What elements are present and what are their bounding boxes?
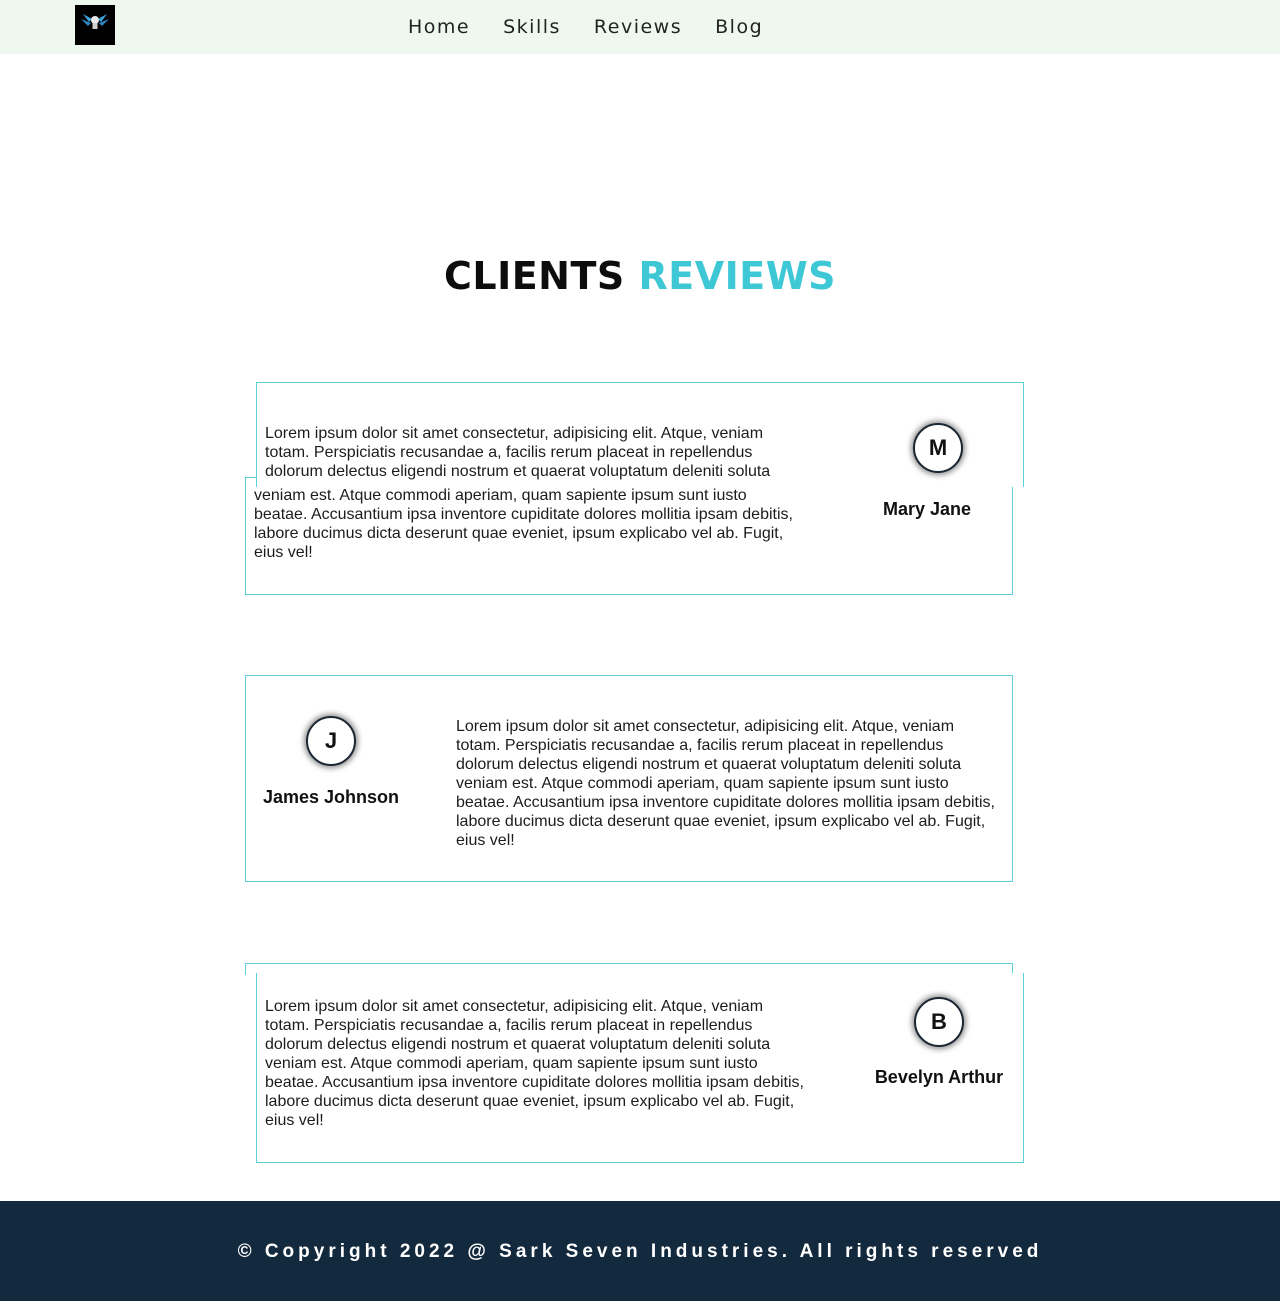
- main-nav: Home Skills Reviews Blog: [408, 16, 763, 38]
- review-card-front: Lorem ipsum dolor sit amet consectetur, …: [256, 382, 1024, 487]
- review-text: Lorem ipsum dolor sit amet consectetur, …: [265, 998, 804, 1129]
- review-text: Lorem ipsum dolor sit amet consectetur, …: [265, 425, 771, 480]
- logo-emblem-icon: [75, 5, 115, 45]
- nav-reviews-link[interactable]: Reviews: [594, 16, 682, 38]
- reviewer-name: Mary Jane: [882, 499, 972, 519]
- avatar: J: [306, 716, 356, 766]
- section-title-accent: REVIEWS: [638, 254, 837, 298]
- review-card: Lorem ipsum dolor sit amet consectetur, …: [256, 973, 1024, 1163]
- copyright-text: © Copyright 2022 @ Sark Seven Industries…: [237, 1241, 1043, 1262]
- reviewer-name: Bevelyn Arthur: [874, 1067, 1004, 1087]
- avatar: M: [913, 423, 963, 473]
- site-footer: © Copyright 2022 @ Sark Seven Industries…: [0, 1201, 1280, 1301]
- review-text: Lorem ipsum dolor sit amet consectetur, …: [456, 718, 995, 849]
- reviewer-name: James Johnson: [262, 787, 400, 807]
- section-title-main: CLIENTS: [443, 254, 625, 298]
- nav-skills-link[interactable]: Skills: [503, 16, 561, 38]
- review-text-continued: veniam est. Atque commodi aperiam, quam …: [254, 487, 793, 561]
- nav-home-link[interactable]: Home: [408, 16, 470, 38]
- avatar: B: [914, 997, 964, 1047]
- section-title: CLIENTS REVIEWS: [0, 254, 1280, 298]
- brand-logo[interactable]: [75, 5, 115, 45]
- review-card: J James Johnson Lorem ipsum dolor sit am…: [245, 675, 1013, 882]
- site-header: Home Skills Reviews Blog: [0, 0, 1280, 54]
- nav-blog-link[interactable]: Blog: [715, 16, 763, 38]
